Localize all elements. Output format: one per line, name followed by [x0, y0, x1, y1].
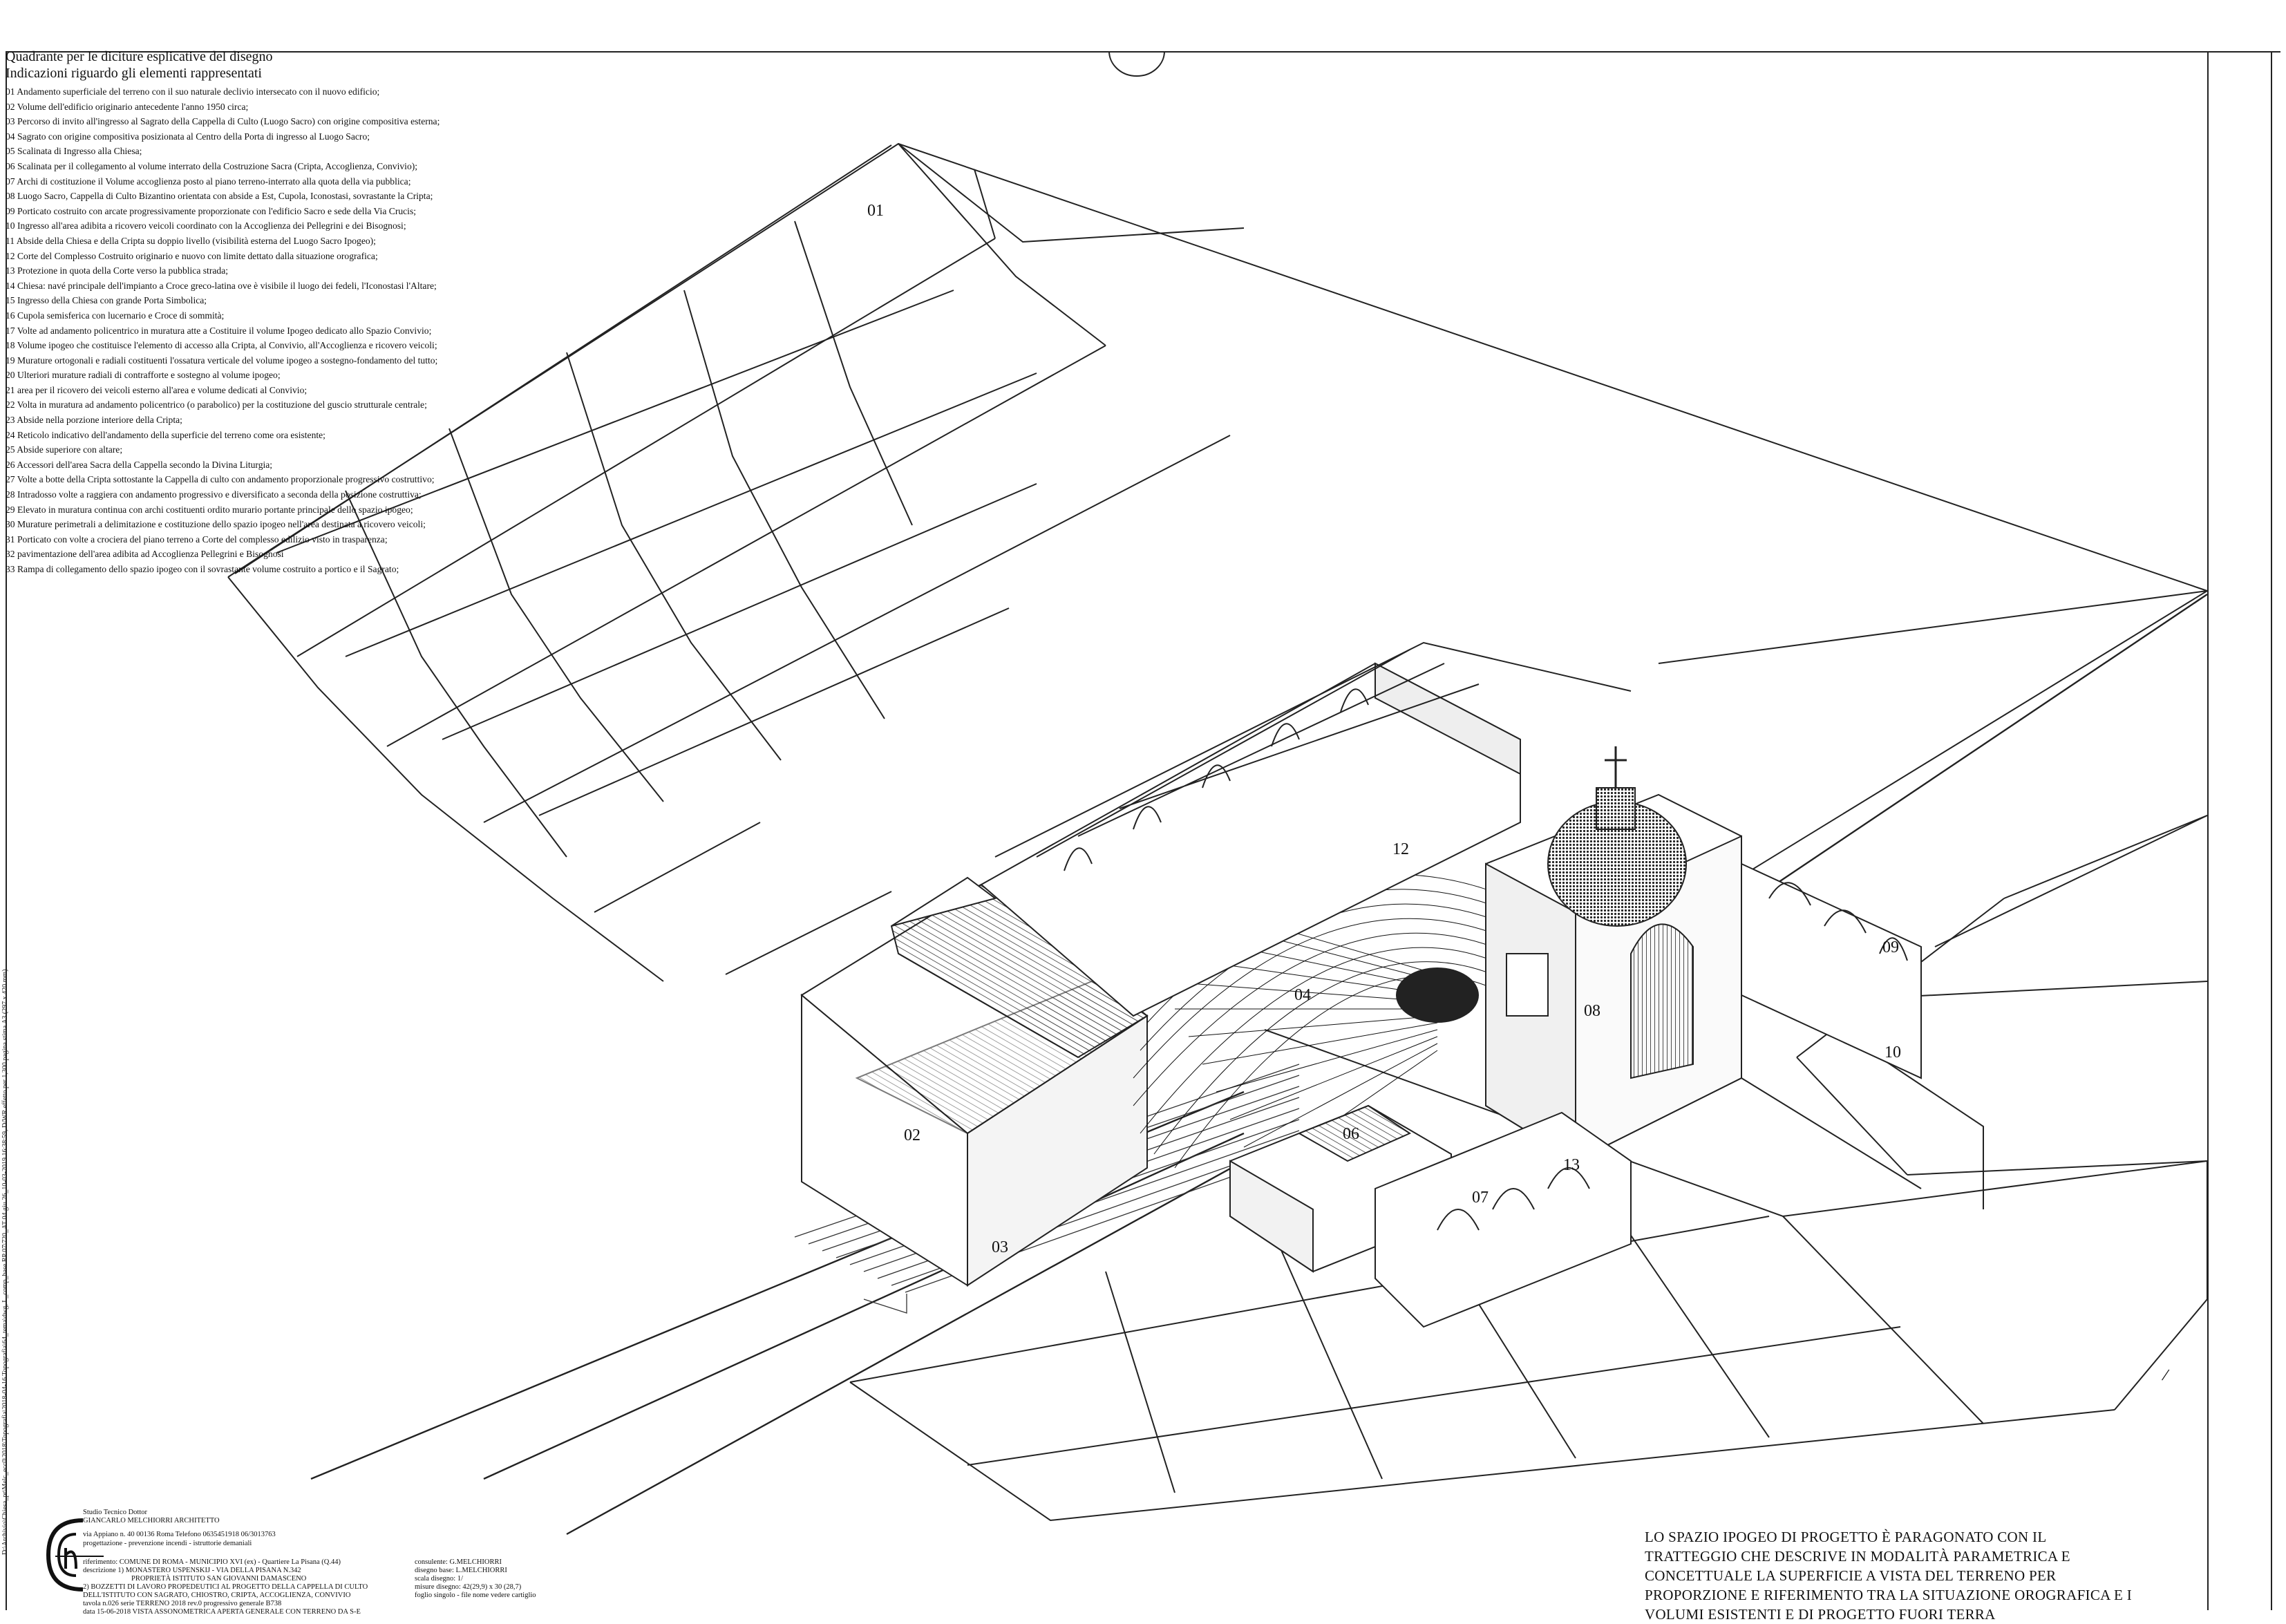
architect-name: GIANCARLO MELCHIORRI ARCHITETTO [83, 1517, 220, 1524]
legend-item: 26 Accessori dell'area Sacra della Cappe… [6, 459, 273, 470]
label-08: 08 [1584, 1002, 1600, 1020]
caption-line: VOLUMI ESISTENTI E DI PROGETTO FUORI TER… [1645, 1606, 1996, 1623]
legend-item: 33 Rampa di collegamento dello spazio ip… [6, 564, 399, 574]
drawing-caption: LO SPAZIO IPOGEO DI PROGETTO È PARAGONAT… [1645, 1527, 2267, 1624]
legend-item: 32 pavimentazione dell'area adibita ad A… [6, 549, 284, 560]
legend-item: 05 Scalinata di Ingresso alla Chiesa; [6, 146, 142, 157]
legend-item: 11 Abside della Chiesa e della Cripta su… [6, 235, 376, 246]
legend-item: 02 Volume dell'edificio originario antec… [6, 101, 249, 112]
label-06: 06 [1343, 1125, 1359, 1143]
legend-item: 25 Abside superiore con altare; [6, 444, 123, 455]
label-13: 13 [1563, 1156, 1580, 1174]
sagrato-focus [1396, 967, 1479, 1023]
legend-item: 14 Chiesa: navé principale dell'impianto… [6, 280, 437, 291]
legend-item: 18 Volume ipogeo che costituisce l'eleme… [6, 340, 437, 351]
accoglienza-07 [1229, 1104, 1632, 1328]
studio-address: via Appiano n. 40 00136 Roma Telefono 06… [83, 1531, 276, 1538]
legend-item: 23 Abside nella porzione interiore della… [6, 415, 182, 426]
legend-item: 22 Volta in muratura ad andamento police… [6, 399, 427, 410]
legend-item: 17 Volte ad andamento policentrico in mu… [6, 325, 432, 336]
legend-item: 12 Corte del Complesso Costruito origina… [6, 250, 378, 261]
studio-services: progettazione - prevenzione incendi - is… [83, 1540, 252, 1547]
legend-item: 29 Elevato in muratura continua con arch… [6, 504, 413, 515]
top-notch-arc [1108, 50, 1165, 77]
legend-item: 13 Protezione in quota della Corte verso… [6, 265, 229, 276]
legend-item: 19 Murature ortogonali e radiali costitu… [6, 355, 438, 366]
legend-subtitle: Indicazioni riguardo gli elementi rappre… [6, 66, 262, 81]
label-03: 03 [992, 1238, 1008, 1256]
legend-item: 24 Reticolo indicativo dell'andamento de… [6, 429, 325, 440]
legend-item: 06 Scalinata per il collegamento al volu… [6, 160, 418, 171]
legend-item: 31 Porticato con volte a crociera del pi… [6, 534, 388, 545]
legend-item: 04 Sagrato con origine compositiva posiz… [6, 131, 370, 142]
legend-item: 08 Luogo Sacro, Cappella di Culto Bizant… [6, 191, 433, 202]
label-12: 12 [1392, 840, 1409, 858]
legend-item: 01 Andamento superficiale del terreno co… [6, 86, 380, 97]
legend-panel: Quadrante per le diciture esplicative de… [6, 48, 600, 577]
legend-item: 21 area per il ricovero dei veicoli este… [6, 384, 308, 395]
title-block: Studio Tecnico Dottor GIANCARLO MELCHIOR… [28, 1500, 536, 1616]
caption-line: TRATTEGGIO CHE DESCRIVE IN MODALITÀ PARA… [1645, 1548, 2070, 1565]
legend-item: 09 Porticato costruito con arcate progre… [6, 205, 417, 216]
legend-item: 27 Volte a botte della Cripta sottostant… [6, 474, 435, 485]
label-09: 09 [1882, 938, 1899, 956]
file-path-vertical: D:\Archivio\Chiesa_pr\Melc_ecc0\2018\Top… [1, 969, 9, 1555]
legend-list: 01 Andamento superficiale del terreno co… [6, 84, 600, 577]
legend-item: 03 Percorso di invito all'ingresso al Sa… [6, 116, 440, 127]
label-02: 02 [904, 1126, 920, 1144]
legend-item: 16 Cupola semisferica con lucernario e C… [6, 310, 225, 321]
label-04: 04 [1294, 986, 1311, 1004]
file-note: foglio singolo - file nome vedere cartig… [415, 1592, 536, 1599]
drawing-sheet: 01 02 03 04 06 07 08 09 10 12 13 Quadran… [0, 0, 2286, 1623]
legend-item: 20 Ulteriori murature radiali di contraf… [6, 370, 281, 381]
legend-item: 10 Ingresso all'area adibita a ricovero … [6, 220, 406, 232]
legend-item: 15 Ingresso della Chiesa con grande Port… [6, 295, 207, 306]
dome-16 [1547, 746, 1687, 927]
label-07: 07 [1472, 1189, 1489, 1207]
sheet-date: data 15-06-2018 VISTA ASSONOMETRICA APER… [83, 1608, 361, 1616]
legend-item: 30 Murature perimetrali a delimitazione … [6, 519, 426, 530]
label-10: 10 [1884, 1044, 1901, 1061]
caption-line: CONCETTUALE LA SUPERFICIE A VISTA DEL TE… [1645, 1567, 2057, 1584]
legend-title: Quadrante per le diciture esplicative de… [6, 49, 273, 64]
caption-line: PROPORZIONE E RIFERIMENTO TRA LA SITUAZI… [1645, 1587, 2132, 1603]
legend-item: 07 Archi di costituzione il Volume accog… [6, 176, 411, 187]
label-01: 01 [867, 202, 884, 220]
legend-item: 28 Intradosso volte a raggiera con andam… [6, 489, 422, 500]
caption-line: LO SPAZIO IPOGEO DI PROGETTO È PARAGONAT… [1645, 1529, 2047, 1545]
